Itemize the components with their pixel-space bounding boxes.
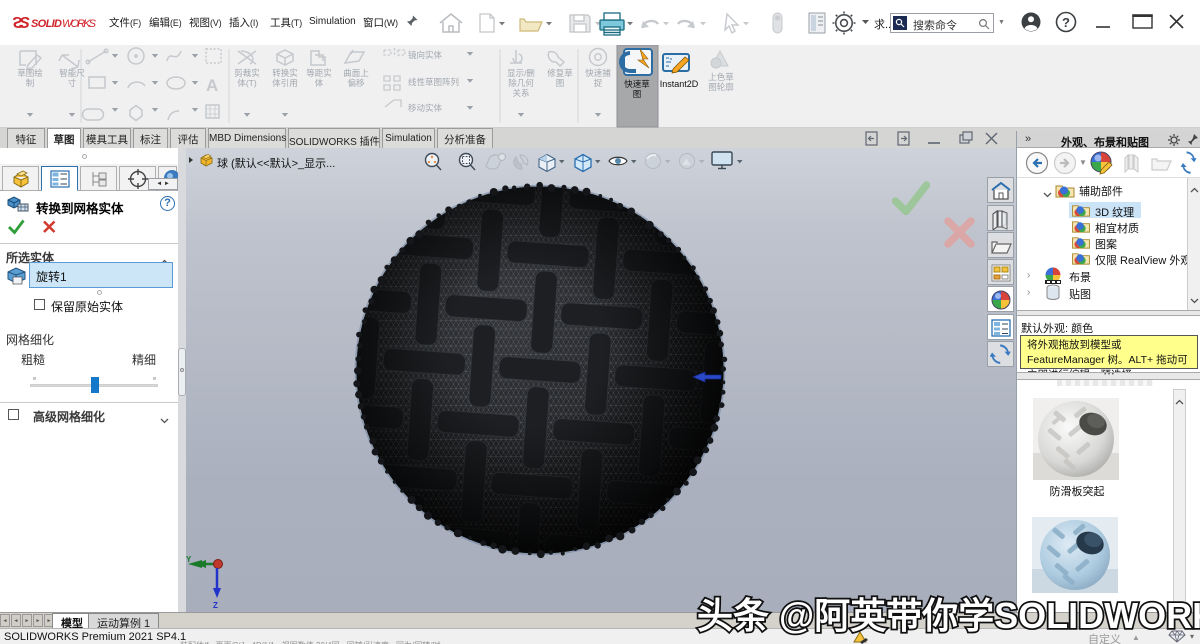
svg-text:草图绘: 草图绘 (17, 68, 43, 78)
svg-text:Y: Y (186, 555, 192, 564)
svg-text:图: 图 (556, 78, 565, 88)
svg-text:镜向实体: 镜向实体 (408, 50, 443, 60)
svg-text:偏移: 偏移 (347, 78, 365, 88)
svg-text:剪裁实: 剪裁实 (234, 68, 260, 78)
svg-text:体引用: 体引用 (272, 78, 298, 88)
svg-text:图轮廓: 图轮廓 (708, 82, 734, 92)
svg-text:体: 体 (315, 78, 324, 88)
svg-text:Instant2D: Instant2D (660, 79, 699, 89)
svg-text:捉: 捉 (594, 78, 603, 88)
svg-text:WORKS: WORKS (62, 18, 97, 30)
svg-text:体(T): 体(T) (237, 78, 257, 88)
svg-text:制: 制 (26, 78, 35, 88)
svg-text:S: S (19, 15, 30, 32)
svg-text:快速草: 快速草 (624, 79, 650, 89)
svg-text:关系: 关系 (512, 88, 529, 98)
svg-text:求..: 求.. (874, 18, 890, 31)
svg-text:线性草图阵列: 线性草图阵列 (408, 77, 459, 87)
svg-text:等距实: 等距实 (306, 68, 332, 78)
svg-text:Z: Z (213, 601, 218, 610)
svg-text:寸: 寸 (68, 78, 77, 88)
svg-text:上色草: 上色草 (708, 72, 734, 82)
svg-text:快速捕: 快速捕 (585, 68, 611, 78)
svg-text:SOLID: SOLID (31, 18, 62, 30)
svg-text:A: A (206, 76, 218, 95)
svg-text:转换实: 转换实 (272, 68, 298, 78)
svg-text:?: ? (1062, 15, 1070, 30)
svg-text:修复草: 修复草 (547, 68, 573, 78)
svg-text:显示/删: 显示/删 (507, 68, 535, 78)
svg-text:曲面上: 曲面上 (343, 68, 369, 78)
svg-text:除几何: 除几何 (508, 78, 534, 88)
svg-text:智能尺: 智能尺 (59, 68, 85, 78)
svg-text:图: 图 (633, 89, 642, 99)
svg-text:移动实体: 移动实体 (408, 103, 443, 113)
